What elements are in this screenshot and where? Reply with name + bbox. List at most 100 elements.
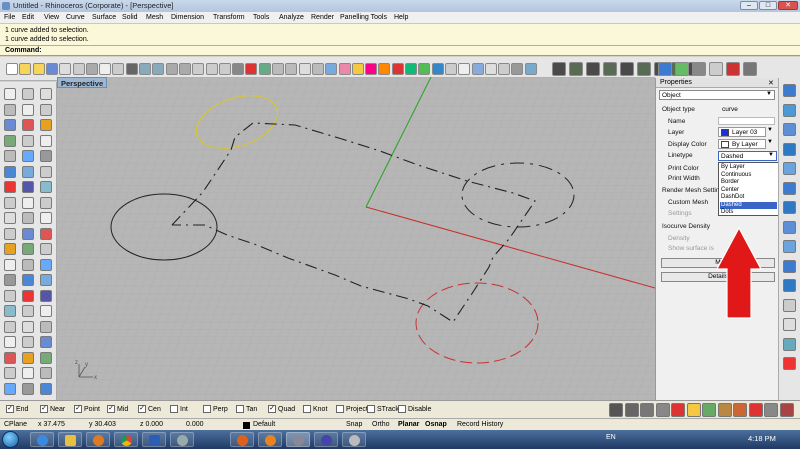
left-tool-icon[interactable] (40, 258, 52, 271)
menu-transform[interactable]: Transform (213, 14, 245, 21)
osnap-checkbox[interactable] (236, 405, 244, 413)
toolbar-tool-icon[interactable] (391, 63, 404, 75)
linetype-option[interactable]: Continuous (720, 172, 777, 180)
toolbar-tool-icon[interactable] (311, 63, 324, 75)
osnap-tan[interactable]: Tan (236, 405, 257, 413)
osnap-checkbox[interactable]: ✓ (6, 405, 14, 413)
osnap-perp[interactable]: Perp (203, 405, 228, 413)
render-preview-icon[interactable] (640, 403, 654, 417)
toolbar-tool-icon[interactable] (298, 63, 311, 75)
left-tool-icon[interactable] (4, 274, 16, 286)
taskbar-app-media[interactable] (86, 432, 110, 447)
render-preview-icon[interactable] (764, 403, 778, 417)
menu-view[interactable]: View (44, 14, 59, 21)
linetype-dropdown-list[interactable]: By Layer Continuous Border Center DashDot Das… (718, 162, 779, 216)
close-button[interactable]: ✕ (778, 1, 798, 10)
right-tool-icon[interactable] (783, 298, 796, 312)
details-button[interactable]: Details (661, 272, 775, 282)
language-indicator[interactable]: EN (606, 434, 616, 441)
match-button[interactable]: M (661, 258, 775, 268)
render-preview-icon[interactable] (686, 403, 701, 417)
menu-analyze[interactable]: Analyze (279, 14, 304, 21)
left-tool-icon[interactable] (40, 134, 52, 147)
linetype-select[interactable]: Dashed ▼ (718, 151, 777, 161)
toolbar-tool-icon[interactable] (45, 63, 58, 75)
left-tool-icon[interactable] (22, 165, 34, 178)
toolbar-tool-icon[interactable] (272, 63, 284, 75)
left-tool-icon[interactable] (40, 119, 52, 131)
menu-tools[interactable]: Tools (253, 14, 269, 21)
name-field[interactable] (718, 117, 775, 125)
panel-tool-icon[interactable] (709, 62, 723, 76)
left-tool-icon[interactable] (22, 305, 34, 317)
osnap-checkbox[interactable]: ✓ (268, 405, 276, 413)
toolbar-tool-icon[interactable] (458, 63, 471, 75)
left-tool-icon[interactable] (40, 103, 52, 116)
osnap-near[interactable]: ✓ Near (40, 405, 65, 413)
menu-help[interactable]: Help (394, 14, 408, 21)
toolbar-tool-icon[interactable] (351, 63, 364, 75)
right-tool-icon[interactable] (783, 318, 796, 331)
osnap-checkbox[interactable]: ✓ (74, 405, 82, 413)
toolbar-tool-icon[interactable] (165, 63, 178, 75)
toolbar-tool-icon[interactable] (285, 63, 298, 75)
left-tool-icon[interactable] (22, 103, 34, 116)
osnap-project[interactable]: Project (336, 405, 368, 413)
left-tool-icon[interactable] (40, 212, 52, 224)
left-tool-icon[interactable] (4, 289, 16, 302)
left-tool-icon[interactable] (22, 196, 34, 209)
left-tool-icon[interactable] (22, 119, 34, 131)
left-tool-icon[interactable] (40, 196, 52, 209)
linetype-option[interactable]: Dots (720, 209, 777, 217)
left-tool-icon[interactable] (22, 181, 34, 193)
osnap-checkbox[interactable] (303, 405, 311, 413)
render-preview-icon[interactable] (702, 403, 716, 417)
toolbar-tool-icon[interactable] (418, 63, 431, 75)
osnap-checkbox[interactable] (398, 405, 406, 413)
osnap-point[interactable]: ✓ Point (74, 405, 100, 413)
toolbar-tool-icon[interactable] (258, 63, 271, 75)
left-tool-icon[interactable] (4, 165, 16, 178)
object-filter-select[interactable]: Object ▼ (659, 90, 775, 100)
taskbar-app-tool[interactable] (342, 432, 366, 447)
command-line[interactable]: Command: (0, 46, 800, 56)
render-preview-icon[interactable] (733, 403, 747, 417)
left-tool-icon[interactable] (40, 243, 52, 255)
start-button[interactable] (2, 431, 19, 448)
left-tool-icon[interactable] (40, 227, 52, 240)
osnap-end[interactable]: ✓ End (6, 405, 28, 413)
left-tool-icon[interactable] (40, 289, 52, 302)
render-tool-icon[interactable] (586, 62, 600, 76)
left-tool-icon[interactable] (4, 88, 16, 100)
left-tool-icon[interactable] (40, 382, 52, 395)
taskbar-app-other[interactable] (170, 432, 194, 447)
render-tool-icon[interactable] (603, 62, 617, 76)
render-preview-icon[interactable] (609, 403, 623, 417)
toolbar-tool-icon[interactable] (431, 63, 444, 75)
render-tool-icon[interactable] (637, 62, 651, 76)
left-tool-icon[interactable] (22, 227, 34, 240)
left-tool-icon[interactable] (22, 134, 34, 147)
left-tool-icon[interactable] (4, 196, 16, 209)
right-tool-icon[interactable] (783, 123, 796, 136)
left-tool-icon[interactable] (22, 88, 34, 100)
chevron-down-icon[interactable]: ▼ (767, 127, 773, 133)
taskbar-app-word[interactable] (142, 432, 166, 447)
panel-tool-icon[interactable] (726, 62, 740, 76)
render-tool-icon[interactable] (552, 62, 566, 76)
left-tool-icon[interactable] (4, 119, 16, 131)
left-tool-icon[interactable] (22, 320, 34, 333)
linetype-option[interactable]: By Layer (720, 164, 777, 172)
toolbar-tool-icon[interactable] (444, 63, 457, 75)
ortho-toggle[interactable]: Ortho (372, 421, 390, 428)
left-tool-icon[interactable] (22, 336, 34, 348)
left-tool-icon[interactable] (4, 351, 16, 364)
toolbar-tool-icon[interactable] (524, 63, 537, 75)
panel-tool-icon[interactable] (743, 62, 757, 76)
toolbar-tool-icon[interactable] (338, 63, 351, 75)
menu-paneling-tools[interactable]: Panelling Tools (340, 14, 387, 21)
toolbar-tool-icon[interactable] (245, 63, 258, 75)
toolbar-tool-icon[interactable] (378, 63, 391, 75)
toolbar-tool-icon[interactable] (232, 63, 245, 75)
taskbar-app-ie[interactable] (30, 432, 54, 447)
